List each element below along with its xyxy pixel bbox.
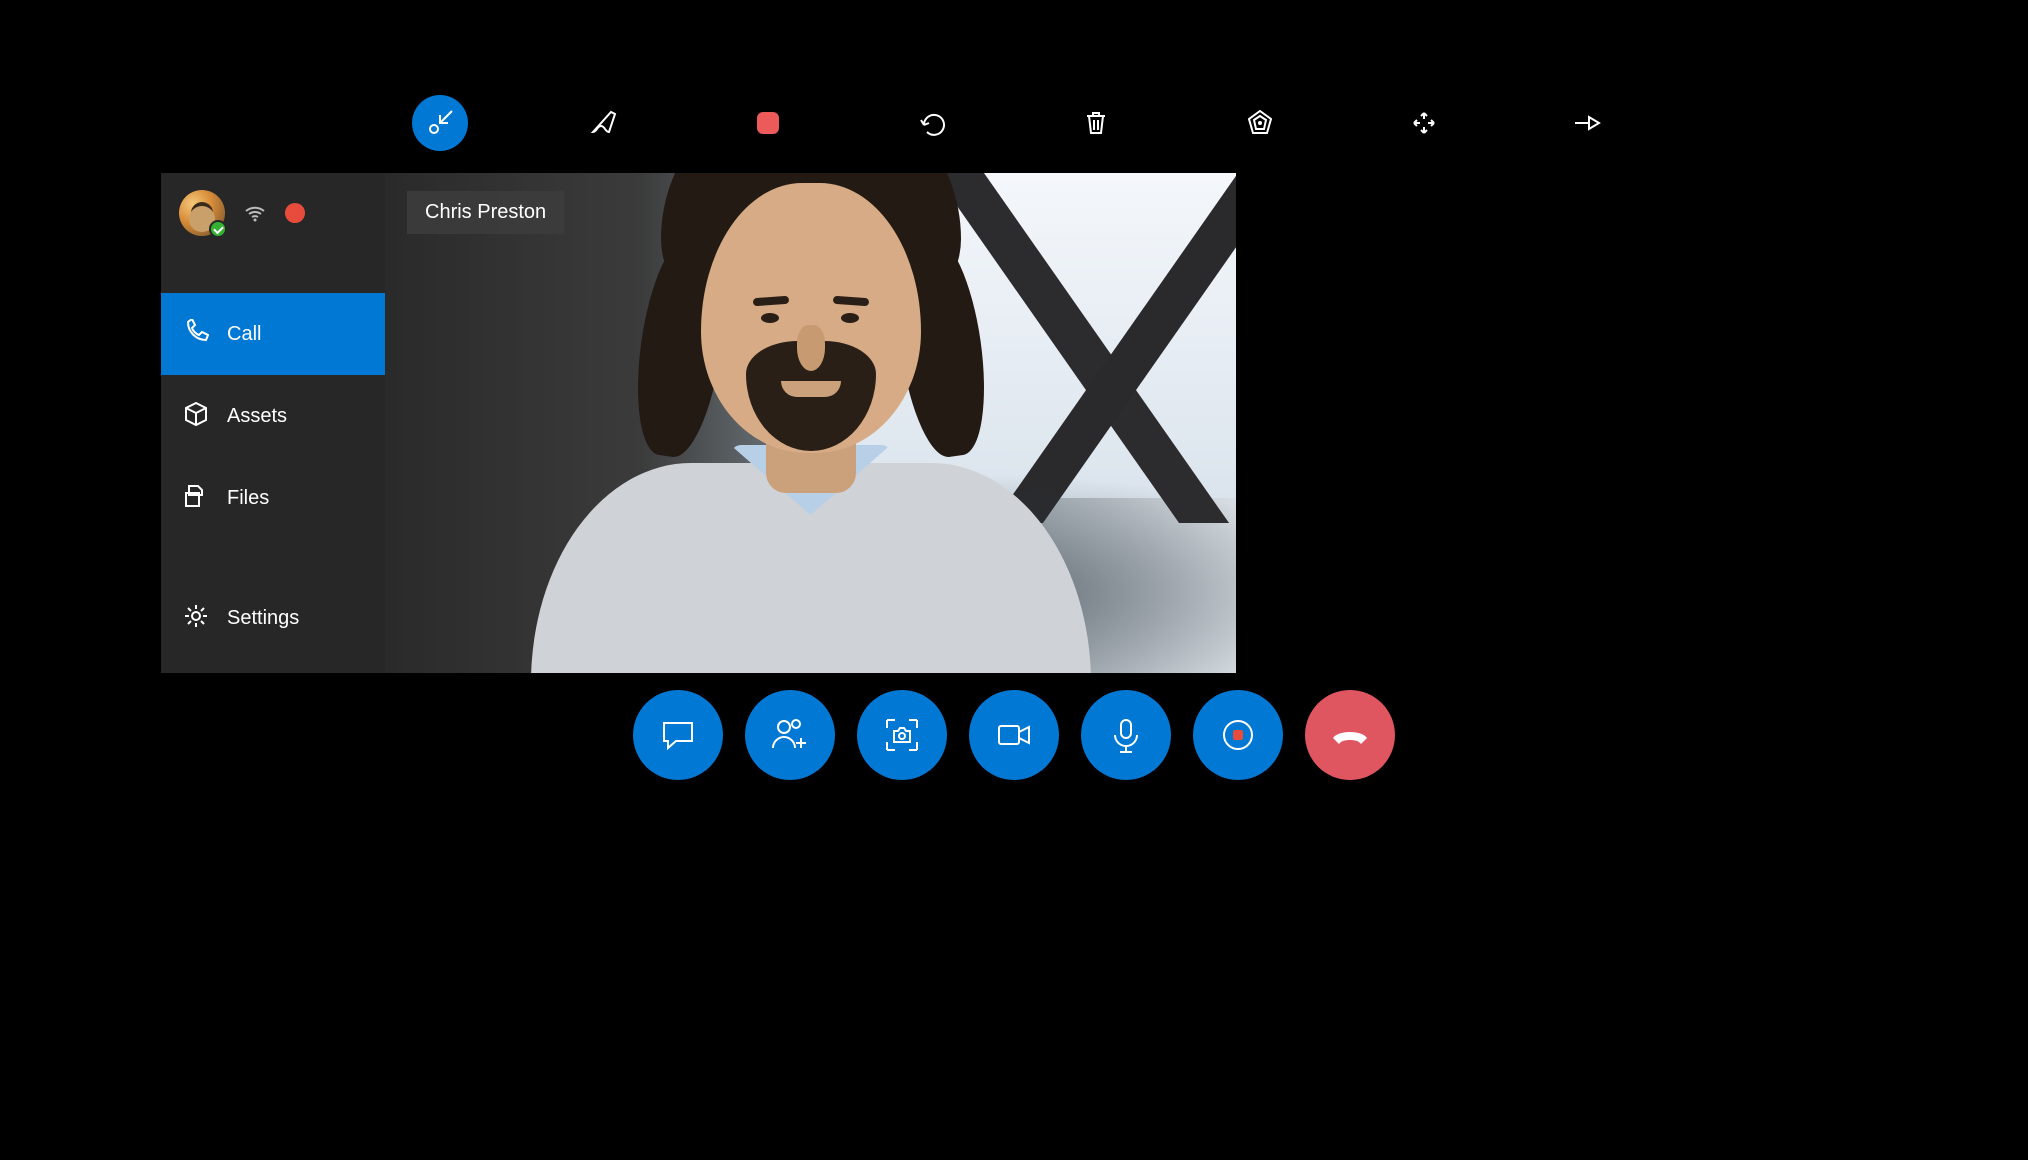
sidebar-item-label: Files [227, 487, 269, 510]
record-icon [1220, 717, 1256, 753]
video-button[interactable] [969, 690, 1059, 780]
hangup-button[interactable] [1305, 690, 1395, 780]
polygon-icon [1245, 108, 1275, 138]
record-indicator-icon [285, 203, 305, 223]
phone-icon [183, 319, 209, 350]
collapse-icon [425, 108, 455, 138]
add-participant-icon [769, 714, 811, 756]
capture-button[interactable] [857, 690, 947, 780]
pin-icon [1573, 111, 1603, 135]
participant-name-badge: Chris Preston [407, 191, 564, 234]
sidebar-item-label: Settings [227, 607, 299, 630]
trash-button[interactable] [1068, 95, 1124, 151]
sidebar-item-settings[interactable]: Settings [161, 577, 385, 659]
files-icon [183, 483, 209, 514]
wifi-icon [243, 199, 267, 228]
stop-icon [755, 110, 781, 136]
undo-button[interactable] [904, 95, 960, 151]
polygon-button[interactable] [1232, 95, 1288, 151]
video-icon [993, 714, 1035, 756]
video-feed: Chris Preston [385, 173, 1236, 673]
sidebar-item-label: Assets [227, 405, 287, 428]
capture-icon [881, 714, 923, 756]
hangup-icon [1327, 712, 1373, 758]
top-toolbar [0, 95, 2028, 151]
undo-icon [918, 109, 946, 137]
chat-icon [658, 715, 698, 755]
gear-icon [183, 603, 209, 634]
pen-button[interactable] [576, 95, 632, 151]
pen-icon [589, 108, 619, 138]
mic-icon [1106, 715, 1146, 755]
sidebar-item-label: Call [227, 323, 261, 346]
call-controls [0, 690, 2028, 780]
sidebar-item-files[interactable]: Files [161, 457, 385, 539]
package-icon [183, 401, 209, 432]
sidebar-item-assets[interactable]: Assets [161, 375, 385, 457]
main-panel: Call Assets Files Settings [161, 173, 1236, 673]
pin-button[interactable] [1560, 95, 1616, 151]
record-button[interactable] [1193, 690, 1283, 780]
avatar[interactable] [179, 190, 225, 236]
sidebar: Call Assets Files Settings [161, 173, 385, 673]
expand-button[interactable] [1396, 95, 1452, 151]
mic-button[interactable] [1081, 690, 1171, 780]
chat-button[interactable] [633, 690, 723, 780]
presence-badge [209, 220, 227, 238]
stop-button[interactable] [740, 95, 796, 151]
collapse-button[interactable] [412, 95, 468, 151]
expand-icon [1410, 109, 1438, 137]
sidebar-header [161, 173, 385, 253]
sidebar-item-call[interactable]: Call [161, 293, 385, 375]
trash-icon [1082, 109, 1110, 137]
add-participant-button[interactable] [745, 690, 835, 780]
